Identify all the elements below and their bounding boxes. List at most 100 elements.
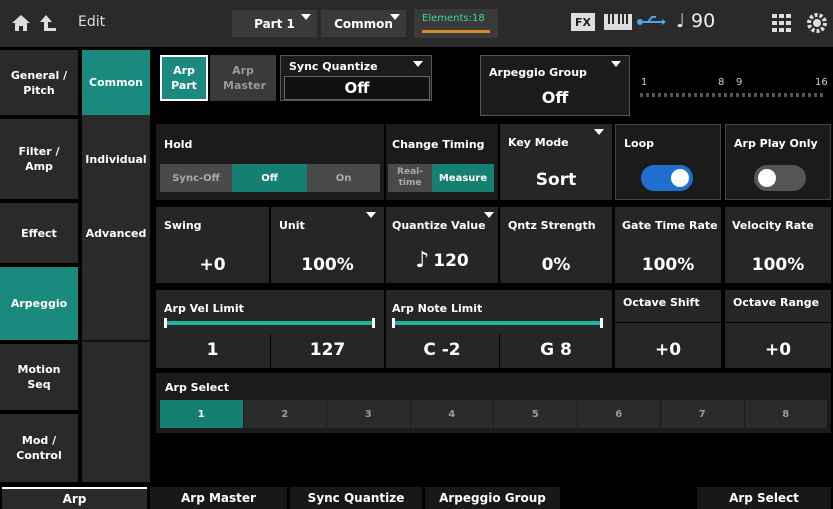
common-tab[interactable]: Common	[321, 10, 406, 37]
arp-select-6[interactable]: 6	[577, 400, 660, 428]
qntz-strength-label: Qntz Strength	[508, 219, 596, 232]
bottom-button-arpeggio-group[interactable]: Arpeggio Group	[425, 487, 560, 509]
gate-time-rate-value: 100%	[641, 255, 695, 275]
bottom-button-arp-select[interactable]: Arp Select	[697, 487, 831, 509]
velocity-rate-value: 100%	[751, 255, 805, 275]
arp-vel-limit-high[interactable]: 127	[271, 340, 384, 360]
arp-vel-limit-range-bar[interactable]	[166, 321, 374, 325]
bottom-button-arp[interactable]: Arp	[2, 487, 147, 509]
octave-shift-divider	[615, 322, 721, 323]
note-icon: ♪	[415, 248, 430, 273]
sidebar-item-general-pitch[interactable]: General / Pitch	[0, 50, 78, 115]
key-mode-label: Key Mode	[508, 136, 569, 149]
qntz-strength-value: 0%	[541, 255, 571, 275]
chevron-down-icon	[390, 14, 400, 20]
arp-select-8[interactable]: 8	[744, 400, 827, 428]
home-icon[interactable]	[10, 12, 32, 34]
subnav-item-advanced[interactable]: Advanced	[82, 203, 150, 263]
vel-high-handle[interactable]	[372, 318, 375, 328]
subnav-item-individual[interactable]: Individual	[82, 119, 150, 199]
note-high-handle[interactable]	[600, 318, 603, 328]
arp-note-limit-label: Arp Note Limit	[392, 302, 483, 315]
arp-master-button[interactable]: Arp Master	[210, 55, 276, 101]
arp-select-3[interactable]: 3	[327, 400, 410, 428]
key-mode-selector[interactable]: Key Mode Sort	[500, 124, 612, 200]
swing-panel[interactable]: Swing +0	[156, 207, 269, 283]
key-mode-value: Sort	[535, 170, 577, 190]
sidebar-item-label: Motion Seq	[17, 363, 61, 391]
arp-play-only-toggle[interactable]	[754, 165, 806, 191]
part-label: Part 1	[254, 16, 295, 31]
arp-play-only-label: Arp Play Only	[734, 137, 818, 150]
bottom-button-label: Arpeggio Group	[439, 491, 546, 505]
arp-note-limit-range-bar[interactable]	[394, 321, 602, 325]
octave-shift-panel[interactable]: Octave Shift +0	[615, 290, 721, 368]
arp-select-item-label: 1	[197, 408, 205, 420]
sidebar-item-label: Effect	[21, 226, 57, 240]
arpeggio-group-label: Arpeggio Group	[489, 66, 587, 79]
sidebar-item-effect[interactable]: Effect	[0, 203, 78, 263]
sidebar-item-label: Mod / Control	[16, 434, 62, 462]
elements-indicator[interactable]: Elements:18	[414, 9, 498, 38]
arpeggio-group-selector[interactable]: Arpeggio Group Off	[480, 55, 630, 116]
velocity-rate-panel[interactable]: Velocity Rate 100%	[725, 207, 831, 283]
back-icon[interactable]	[38, 12, 58, 34]
sync-quantize-label: Sync Quantize	[289, 60, 378, 73]
bottom-button-arp-master[interactable]: Arp Master	[150, 487, 287, 509]
arp-select-item-label: 6	[615, 408, 623, 420]
arp-vel-limit-panel: Arp Vel Limit 1 127	[156, 290, 384, 368]
subnav-item-common[interactable]: Common	[82, 50, 150, 115]
unit-selector[interactable]: Unit 100%	[271, 207, 384, 283]
change-timing-panel: Change Timing Real-time Measure	[386, 124, 498, 200]
octave-range-panel[interactable]: Octave Range +0	[725, 290, 831, 368]
octave-range-label: Octave Range	[733, 296, 820, 309]
sidebar-item-arpeggio[interactable]: Arpeggio	[0, 267, 78, 340]
quantize-value-selector[interactable]: Quantize Value ♪ 120	[386, 207, 498, 283]
arp-note-limit-low[interactable]: C -2	[386, 340, 498, 360]
arp-select-2[interactable]: 2	[243, 400, 326, 428]
arp-select-7[interactable]: 7	[661, 400, 744, 428]
bottom-button-label: Arp	[62, 492, 87, 506]
arp-select-1[interactable]: 1	[160, 400, 243, 428]
octave-shift-label: Octave Shift	[623, 296, 700, 309]
fx-badge: FX	[571, 13, 595, 31]
hold-option-on[interactable]: On	[307, 164, 380, 192]
scale-label-8: 8	[718, 77, 725, 88]
arp-select-4[interactable]: 4	[410, 400, 493, 428]
sidebar-item-mod-control[interactable]: Mod / Control	[0, 414, 78, 482]
unit-label: Unit	[279, 219, 305, 232]
sync-quantize-value: Off	[344, 79, 370, 97]
arp-master-label: Arp Master	[223, 64, 267, 92]
arp-note-limit-high[interactable]: G 8	[500, 340, 612, 360]
settings-icon[interactable]	[806, 12, 828, 34]
hold-label: Hold	[164, 138, 193, 151]
sidebar-item-filter-amp[interactable]: Filter / Amp	[0, 119, 78, 199]
hold-option-sync-off[interactable]: Sync-Off	[160, 164, 232, 192]
sidebar-item-label: Arpeggio	[10, 297, 68, 310]
unit-value: 100%	[301, 255, 354, 275]
arp-play-only-toggle-knob	[758, 169, 776, 187]
arp-select-item-label: 4	[448, 408, 456, 420]
change-timing-realtime[interactable]: Real-time	[388, 164, 432, 192]
arp-vel-limit-label: Arp Vel Limit	[164, 302, 244, 315]
sidebar-item-motion-seq[interactable]: Motion Seq	[0, 344, 78, 410]
arp-select-5[interactable]: 5	[494, 400, 577, 428]
part-selector[interactable]: Part 1	[232, 10, 317, 37]
bottom-button-sync-quantize[interactable]: Sync Quantize	[290, 487, 422, 509]
loop-toggle[interactable]	[641, 165, 693, 191]
tempo-display[interactable]: ♩ 90	[676, 10, 715, 32]
gate-time-rate-label: Gate Time Rate	[622, 219, 718, 232]
change-timing-measure[interactable]: Measure	[432, 164, 494, 192]
grid-icon[interactable]	[772, 14, 792, 32]
note-low-handle[interactable]	[392, 318, 395, 328]
scale-dots	[640, 93, 826, 97]
vel-low-handle[interactable]	[164, 318, 167, 328]
subnav-item-label: Advanced	[85, 226, 147, 240]
gate-time-rate-panel[interactable]: Gate Time Rate 100%	[615, 207, 721, 283]
arp-part-button[interactable]: Arp Part	[160, 55, 208, 101]
arp-vel-limit-low[interactable]: 1	[156, 340, 269, 360]
hold-option-off[interactable]: Off	[232, 164, 307, 192]
qntz-strength-panel[interactable]: Qntz Strength 0%	[500, 207, 612, 283]
sync-quantize-selector[interactable]: Sync Quantize Off	[280, 55, 432, 101]
arp-note-limit-panel: Arp Note Limit C -2 G 8	[386, 290, 612, 368]
